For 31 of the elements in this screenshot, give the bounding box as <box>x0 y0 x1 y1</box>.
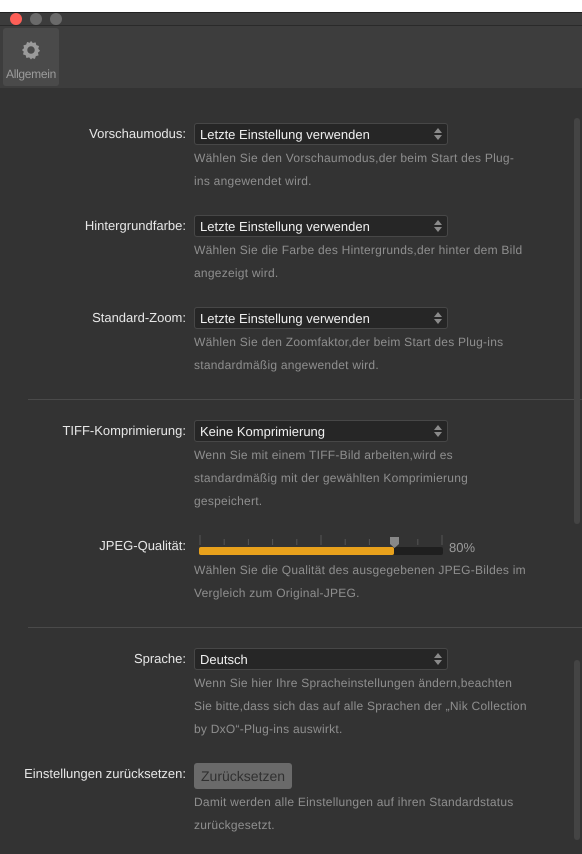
setting-description: Wenn Sie mit einem TIFF-Bild arbeiten,wird es standardmäßig mit der gewählten Komprimierung gespeichert. <box>194 447 470 510</box>
dropdown[interactable]: Deutsch <box>194 648 448 670</box>
window-control[interactable] <box>30 13 42 25</box>
slider-thumb[interactable] <box>390 537 400 548</box>
setting-description: Wählen Sie die Farbe des Hintergrunds,der hinter dem Bild angezeigt wird. <box>194 242 524 282</box>
setting-description: Wählen Sie den Vorschaumodus,der beim Start des Plug-ins angewendet wird. <box>194 150 516 190</box>
setting-description: Wenn Sie hier Ihre Spracheinstellungen ändern,beachten Sie bitte,dass sich das auf alle Sprachen der „Nik Collection by DxO“-Plug-ins auswirkt. <box>194 675 528 738</box>
slider-value: 80% <box>449 540 476 554</box>
setting-description: Wählen Sie die Qualität des ausgegebenen JPEG-Bildes im Vergleich zum Original-JPEG. <box>194 562 527 602</box>
window-control[interactable] <box>10 13 22 25</box>
setting-label: Vorschaumodus: <box>89 125 186 143</box>
stepper-arrows-icon <box>434 128 442 140</box>
slider-track[interactable] <box>199 535 443 557</box>
dropdown[interactable]: Letzte Einstellung verwenden <box>194 215 448 237</box>
stepper-arrows-icon <box>434 653 442 665</box>
setting-label: TIFF-Komprimierung: <box>62 422 186 440</box>
dropdown[interactable]: Keine Komprimierung <box>194 420 448 442</box>
stepper-arrows-icon <box>434 312 442 324</box>
window-control[interactable] <box>50 13 62 25</box>
setting-label: Einstellungen zurücksetzen: <box>24 765 186 783</box>
gear-icon <box>21 40 41 60</box>
stepper-arrows-icon <box>434 425 442 437</box>
setting-label: Hintergrundfarbe: <box>84 217 186 235</box>
setting-description: Wählen Sie den Zoomfaktor,der beim Start des Plug-ins standardmäßig angewendet wird. <box>194 334 504 374</box>
setting-label: Standard-Zoom: <box>92 309 186 327</box>
setting-label: JPEG-Qualität: <box>99 537 186 555</box>
setting-description: Damit werden alle Einstellungen auf ihren Standardstatus zurückgesetzt. <box>194 794 515 834</box>
dropdown[interactable]: Letzte Einstellung verwenden <box>194 307 448 329</box>
stepper-arrows-icon <box>434 220 442 232</box>
dropdown[interactable]: Letzte Einstellung verwenden <box>194 123 448 145</box>
setting-label: Sprache: <box>134 650 186 668</box>
